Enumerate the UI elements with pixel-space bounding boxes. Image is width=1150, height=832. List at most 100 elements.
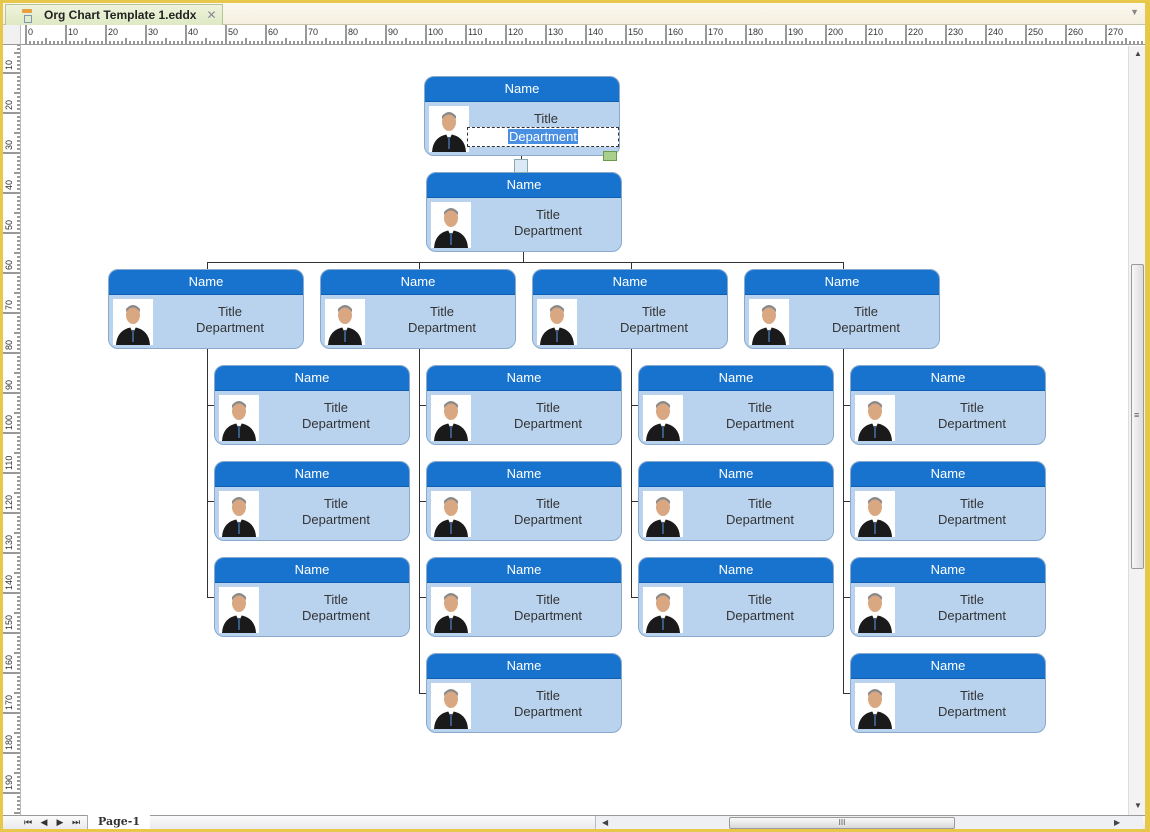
card-name[interactable]: Name bbox=[321, 270, 515, 295]
next-page-icon[interactable]: ▶ bbox=[55, 817, 65, 828]
card-department[interactable]: Department bbox=[901, 512, 1043, 527]
card-department[interactable]: Department bbox=[795, 320, 937, 335]
card-title[interactable]: Title bbox=[477, 207, 619, 222]
last-page-icon[interactable]: ⏭ bbox=[71, 817, 81, 828]
card-name[interactable]: Name bbox=[427, 173, 621, 198]
org-card-report[interactable]: Name Title Department bbox=[638, 365, 834, 445]
org-card-report[interactable]: Name Title Department bbox=[426, 653, 622, 733]
card-department[interactable]: Department bbox=[477, 608, 619, 623]
scroll-up-arrow-icon[interactable]: ▲ bbox=[1134, 49, 1142, 58]
vertical-scroll-thumb[interactable]: ≡ bbox=[1131, 264, 1144, 569]
card-name[interactable]: Name bbox=[639, 558, 833, 583]
org-card-report[interactable]: Name Title Department bbox=[850, 557, 1046, 637]
card-department[interactable]: Department bbox=[583, 320, 725, 335]
previous-page-icon[interactable]: ◀ bbox=[39, 817, 49, 828]
drawing-canvas[interactable]: Name Title Department Name Title Department Na… bbox=[22, 46, 1128, 815]
card-title[interactable]: Title bbox=[901, 688, 1043, 703]
card-name[interactable]: Name bbox=[109, 270, 303, 295]
card-department[interactable]: Department bbox=[901, 704, 1043, 719]
card-department[interactable]: Department bbox=[477, 223, 619, 238]
card-name[interactable]: Name bbox=[427, 462, 621, 487]
org-card-level1[interactable]: Name Title Department bbox=[426, 172, 622, 252]
org-card-report[interactable]: Name Title Department bbox=[214, 365, 410, 445]
org-card-manager[interactable]: Name Title Department bbox=[744, 269, 940, 349]
org-card-root[interactable]: Name Title Department bbox=[424, 76, 620, 156]
card-title[interactable]: Title bbox=[477, 400, 619, 415]
card-title[interactable]: Title bbox=[159, 304, 301, 319]
card-title[interactable]: Title bbox=[477, 496, 619, 511]
vertical-scrollbar[interactable]: ▲ ≡ ▼ bbox=[1128, 46, 1145, 815]
card-name[interactable]: Name bbox=[851, 366, 1045, 391]
card-name[interactable]: Name bbox=[215, 462, 409, 487]
card-name[interactable]: Name bbox=[215, 558, 409, 583]
card-department[interactable]: Department bbox=[901, 416, 1043, 431]
card-department[interactable]: Department bbox=[477, 416, 619, 431]
card-name[interactable]: Name bbox=[851, 462, 1045, 487]
org-card-report[interactable]: Name Title Department bbox=[426, 365, 622, 445]
card-title[interactable]: Title bbox=[901, 592, 1043, 607]
card-department[interactable]: Department bbox=[689, 416, 831, 431]
card-title[interactable]: Title bbox=[265, 496, 407, 511]
card-name[interactable]: Name bbox=[425, 77, 619, 102]
scroll-right-arrow-icon[interactable]: ▶ bbox=[1114, 818, 1120, 827]
card-title[interactable]: Title bbox=[583, 304, 725, 319]
org-card-manager[interactable]: Name Title Department bbox=[320, 269, 516, 349]
org-card-manager[interactable]: Name Title Department bbox=[532, 269, 728, 349]
org-card-report[interactable]: Name Title Department bbox=[850, 365, 1046, 445]
card-name[interactable]: Name bbox=[745, 270, 939, 295]
document-tab[interactable]: Org Chart Template 1.eddx ✕ bbox=[5, 4, 223, 25]
card-name[interactable]: Name bbox=[639, 462, 833, 487]
page-tab[interactable]: Page-1 bbox=[87, 815, 151, 829]
card-title[interactable]: Title bbox=[475, 111, 617, 126]
org-card-report[interactable]: Name Title Department bbox=[426, 461, 622, 541]
tab-menu-dropdown-icon[interactable]: ▼ bbox=[1130, 7, 1139, 17]
resize-handle-icon[interactable] bbox=[603, 151, 617, 161]
card-title[interactable]: Title bbox=[477, 688, 619, 703]
card-name[interactable]: Name bbox=[427, 558, 621, 583]
card-department[interactable]: Department bbox=[265, 608, 407, 623]
card-department[interactable]: Department bbox=[265, 512, 407, 527]
card-name[interactable]: Name bbox=[851, 558, 1045, 583]
horizontal-scroll-thumb[interactable]: III bbox=[729, 817, 955, 829]
ruler-label: 140 bbox=[588, 27, 603, 37]
card-title[interactable]: Title bbox=[689, 400, 831, 415]
card-name[interactable]: Name bbox=[427, 366, 621, 391]
card-title[interactable]: Title bbox=[689, 592, 831, 607]
card-name[interactable]: Name bbox=[215, 366, 409, 391]
add-shape-handle-icon[interactable] bbox=[514, 159, 528, 173]
org-card-report[interactable]: Name Title Department bbox=[214, 461, 410, 541]
org-card-manager[interactable]: Name Title Department bbox=[108, 269, 304, 349]
card-title[interactable]: Title bbox=[371, 304, 513, 319]
card-department[interactable]: Department bbox=[159, 320, 301, 335]
card-name[interactable]: Name bbox=[533, 270, 727, 295]
card-title[interactable]: Title bbox=[265, 400, 407, 415]
card-department[interactable]: Department bbox=[689, 512, 831, 527]
org-card-report[interactable]: Name Title Department bbox=[638, 557, 834, 637]
first-page-icon[interactable]: ⏮ bbox=[23, 817, 33, 828]
card-title[interactable]: Title bbox=[901, 400, 1043, 415]
card-department[interactable]: Department bbox=[901, 608, 1043, 623]
card-name[interactable]: Name bbox=[427, 654, 621, 679]
org-card-report[interactable]: Name Title Department bbox=[426, 557, 622, 637]
card-title[interactable]: Title bbox=[689, 496, 831, 511]
card-title[interactable]: Title bbox=[265, 592, 407, 607]
org-card-report[interactable]: Name Title Department bbox=[850, 461, 1046, 541]
department-text-editor[interactable]: Department bbox=[467, 127, 619, 147]
card-department[interactable]: Department bbox=[477, 704, 619, 719]
card-title[interactable]: Title bbox=[477, 592, 619, 607]
card-department[interactable]: Department bbox=[477, 512, 619, 527]
card-name[interactable]: Name bbox=[851, 654, 1045, 679]
card-department[interactable]: Department bbox=[689, 608, 831, 623]
org-card-report[interactable]: Name Title Department bbox=[638, 461, 834, 541]
scroll-down-arrow-icon[interactable]: ▼ bbox=[1134, 801, 1142, 810]
horizontal-scrollbar[interactable]: ◀ III ▶ bbox=[595, 816, 1143, 829]
card-department[interactable]: Department bbox=[265, 416, 407, 431]
close-tab-icon[interactable]: ✕ bbox=[206, 8, 216, 22]
card-title[interactable]: Title bbox=[901, 496, 1043, 511]
scroll-left-arrow-icon[interactable]: ◀ bbox=[602, 818, 608, 827]
card-name[interactable]: Name bbox=[639, 366, 833, 391]
org-card-report[interactable]: Name Title Department bbox=[214, 557, 410, 637]
card-department[interactable]: Department bbox=[371, 320, 513, 335]
org-card-report[interactable]: Name Title Department bbox=[850, 653, 1046, 733]
card-title[interactable]: Title bbox=[795, 304, 937, 319]
